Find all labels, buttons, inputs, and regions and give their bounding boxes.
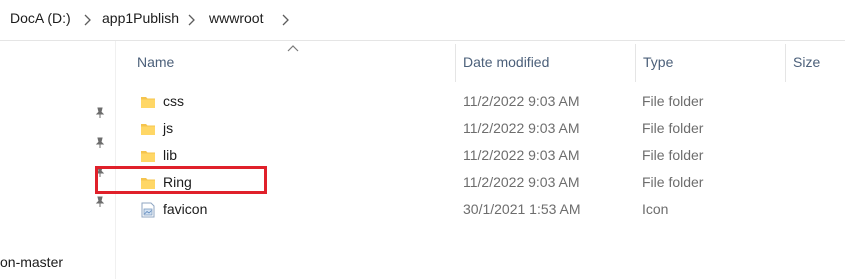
file-name: favicon [163, 201, 208, 217]
column-header-type[interactable]: Type [643, 54, 673, 70]
address-breadcrumb: DocA (D:) app1Publish wwwroot [0, 0, 845, 41]
file-date-modified: 11/2/2022 9:03 AM [463, 120, 580, 136]
sort-ascending-icon [287, 45, 299, 52]
file-name: lib [163, 147, 178, 163]
file-date-modified: 11/2/2022 9:03 AM [463, 174, 580, 190]
column-divider[interactable] [455, 44, 456, 82]
folder-icon [141, 124, 155, 135]
breadcrumb-item-wwwroot[interactable]: wwwroot [209, 10, 263, 26]
file-row-favicon[interactable]: favicon 30/1/2021 1:53 AM Icon [130, 197, 845, 223]
column-header-size[interactable]: Size [793, 54, 820, 70]
file-type: File folder [642, 93, 704, 109]
file-date-modified: 30/1/2021 1:53 AM [463, 201, 581, 217]
file-row-css[interactable]: css 11/2/2022 9:03 AM File folder [130, 89, 845, 115]
file-type: File folder [642, 120, 704, 136]
file-name: js [163, 120, 174, 136]
file-row-js[interactable]: js 11/2/2022 9:03 AM File folder [130, 116, 845, 142]
navigation-pane [0, 41, 116, 279]
nav-item-on-master[interactable]: on-master [0, 254, 63, 270]
column-header-name[interactable]: Name [137, 54, 174, 70]
file-name: css [163, 93, 184, 109]
file-date-modified: 11/2/2022 9:03 AM [463, 93, 580, 109]
chevron-right-icon[interactable] [186, 13, 196, 27]
breadcrumb-item-app1publish[interactable]: app1Publish [102, 10, 179, 26]
pin-icon[interactable] [93, 136, 107, 150]
column-divider[interactable] [785, 44, 786, 82]
chevron-right-icon[interactable] [280, 13, 290, 27]
column-header-date-modified[interactable]: Date modified [463, 54, 549, 70]
breadcrumb-item-drive[interactable]: DocA (D:) [10, 10, 71, 26]
pin-icon[interactable] [93, 106, 107, 120]
file-date-modified: 11/2/2022 9:03 AM [463, 147, 580, 163]
pin-icon[interactable] [93, 195, 107, 209]
file-type: File folder [642, 174, 704, 190]
folder-icon [141, 97, 155, 108]
annotation-highlight-box [95, 166, 267, 194]
file-type: File folder [642, 147, 704, 163]
folder-icon [141, 151, 155, 162]
chevron-right-icon[interactable] [82, 13, 92, 27]
file-type: Icon [642, 201, 669, 217]
column-divider[interactable] [635, 44, 636, 82]
ico-file-icon [141, 202, 155, 218]
